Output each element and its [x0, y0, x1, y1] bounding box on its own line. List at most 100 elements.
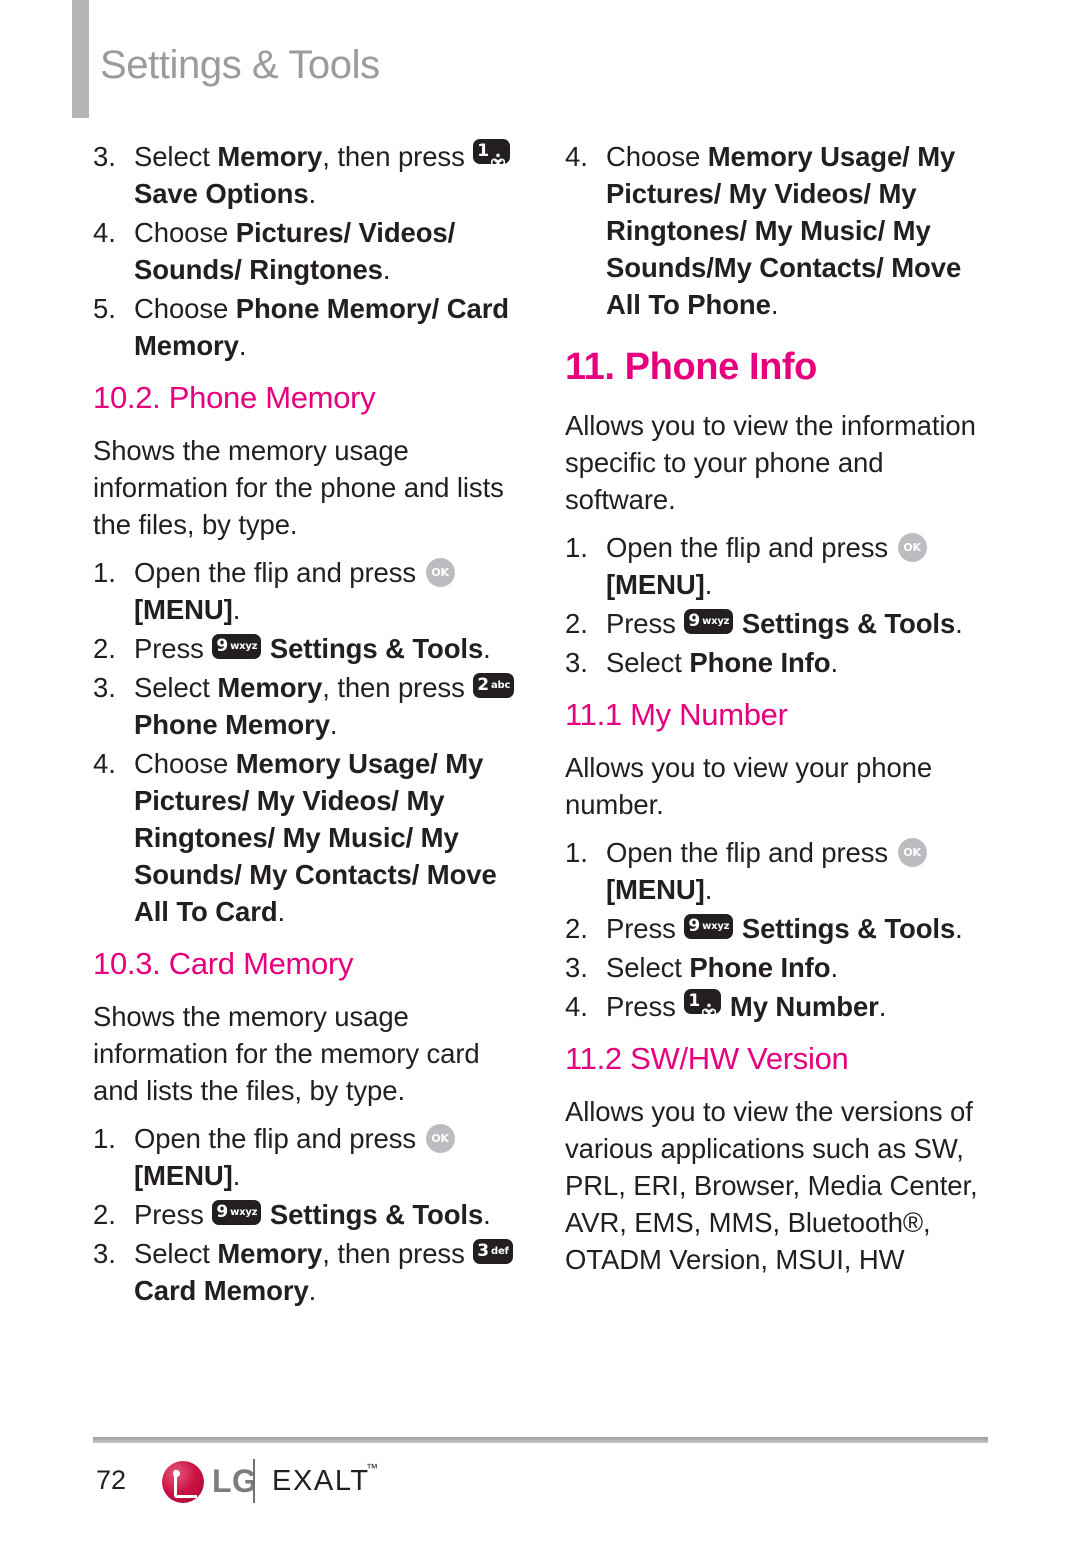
step-number: 4.: [93, 217, 116, 248]
step-number: 4.: [565, 141, 588, 172]
card-memory-description: Shows the memory usage information for t…: [93, 1001, 480, 1106]
heading-phone-info: 11. Phone Info: [565, 346, 817, 388]
step-text: .: [329, 709, 338, 740]
phone-info-description: Allows you to view the information speci…: [565, 410, 976, 515]
step-emphasis: Memory: [217, 672, 323, 703]
keypad-letters-label: wxyz: [702, 616, 730, 627]
keypad-digit-label: 9: [688, 916, 701, 936]
step-text: Choose: [134, 293, 236, 324]
step-text: Open the flip and press: [134, 1123, 424, 1154]
step-item: 1. Open the flip and press OK [MENU].: [565, 834, 995, 908]
footer-vertical-divider: [253, 1459, 255, 1503]
step-number: 3.: [93, 141, 116, 172]
step-number: 5.: [93, 293, 116, 324]
step-emphasis: Settings & Tools: [741, 913, 956, 944]
step-number: 3.: [93, 1238, 116, 1269]
card-memory-step-list: 1. Open the flip and press OK [MENU]. 2. Pr…: [93, 1120, 523, 1309]
ok-key-icon: OK: [897, 533, 927, 562]
step-emphasis: Save Options: [134, 178, 309, 209]
keypad-digit-label: 1: [688, 991, 701, 1011]
ok-key-label: OK: [903, 846, 921, 859]
ok-key-label: OK: [431, 566, 449, 579]
step-text: Press: [134, 1199, 212, 1230]
phone-memory-description: Shows the memory usage information for t…: [93, 435, 504, 540]
my-number-description: Allows you to view your phone number.: [565, 752, 933, 820]
step-text: Press: [606, 608, 684, 639]
keypad-one-key-icon: 1: [473, 139, 511, 167]
ok-key-icon: OK: [425, 1124, 455, 1153]
lg-logo-eye: [173, 1470, 180, 1477]
step-text: .: [308, 1275, 317, 1306]
lg-brand-wordmark: LG: [212, 1463, 258, 1499]
header-accent-bar: [72, 0, 89, 118]
step-text: .: [955, 913, 963, 944]
step-item: 3. Select Phone Info.: [565, 644, 995, 681]
step-text: Select: [606, 952, 690, 983]
step-number: 2.: [565, 608, 588, 639]
step-text: .: [830, 647, 838, 678]
step-item: 4. Press 1 My Number.: [565, 988, 995, 1025]
step-text: , then press: [322, 672, 473, 703]
lg-logo-icon: [162, 1461, 204, 1503]
right-column: 4. Choose Memory Usage/ My Pictures/ My V…: [565, 138, 995, 1289]
step-text: Press: [606, 991, 684, 1022]
step-number: 1.: [93, 1123, 116, 1154]
step-emphasis: Phone Info: [689, 647, 831, 678]
step-emphasis: [MENU]: [606, 874, 705, 905]
keypad-digit-label: 2: [477, 675, 489, 695]
step-text: Select: [606, 647, 690, 678]
step-item: 2. Press 9 wxyz Settings & Tools.: [565, 605, 995, 642]
step-text: .: [955, 608, 963, 639]
step-text: .: [704, 874, 713, 905]
page-number: 72: [96, 1465, 127, 1495]
step-number: 2.: [93, 1199, 116, 1230]
step-item: 1. Open the flip and press OK [MENU].: [93, 554, 523, 628]
page-header: Settings & Tools: [0, 0, 1080, 120]
step-emphasis: Memory: [217, 141, 323, 172]
step-emphasis: Card Memory: [134, 1275, 309, 1306]
step-item: 1. Open the flip and press OK [MENU].: [565, 529, 995, 603]
footer-divider-rule: [93, 1437, 988, 1443]
step-number: 1.: [565, 532, 588, 563]
step-text: .: [483, 1199, 491, 1230]
step-item: 3. Select Memory, then press 3 def Card Me…: [93, 1235, 523, 1309]
keypad-letters-label: wxyz: [230, 641, 258, 652]
keypad-nine-key-icon: 9 wxyz: [212, 1200, 262, 1225]
page-title: Settings & Tools: [100, 43, 380, 87]
step-emphasis: Phone Info: [689, 952, 831, 983]
step-text: Open the flip and press: [606, 837, 896, 868]
step-number: 3.: [565, 647, 588, 678]
step-text: Select: [134, 1238, 218, 1269]
step-text: Choose: [134, 748, 236, 779]
keypad-digit-label: 9: [216, 636, 229, 656]
step-item: 4. Choose Pictures/ Videos/ Sounds/ Ringt…: [93, 214, 523, 288]
ok-key-label: OK: [903, 541, 921, 554]
step-number: 1.: [93, 557, 116, 588]
keypad-digit-label: 9: [216, 1202, 229, 1222]
step-emphasis: Phone Memory: [134, 709, 330, 740]
step-number: 1.: [565, 837, 588, 868]
step-item: 4. Choose Memory Usage/ My Pictures/ My V…: [93, 745, 523, 930]
step-text: , then press: [322, 141, 473, 172]
step-emphasis: [MENU]: [134, 594, 233, 625]
phone-info-step-list: 1. Open the flip and press OK [MENU]. 2. Pr…: [565, 529, 995, 681]
phone-memory-step-list: 1. Open the flip and press OK [MENU]. 2. Pr…: [93, 554, 523, 930]
step-item: 2. Press 9 wxyz Settings & Tools.: [565, 910, 995, 947]
step-item: 3. Select Memory, then press 1 Save Optio…: [93, 138, 523, 212]
keypad-one-key-icon: 1: [684, 989, 722, 1017]
step-text: Press: [134, 633, 212, 664]
heading-card-memory: 10.3. Card Memory: [93, 946, 354, 981]
step-text: .: [277, 896, 286, 927]
continued-step-list: 4. Choose Memory Usage/ My Pictures/ My V…: [565, 138, 995, 323]
keypad-digit-label: 3: [477, 1241, 489, 1261]
step-emphasis: Settings & Tools: [741, 608, 956, 639]
keypad-nine-key-icon: 9 wxyz: [212, 634, 262, 659]
step-item: 5. Choose Phone Memory/ Card Memory.: [93, 290, 523, 364]
step-number: 3.: [93, 672, 116, 703]
step-number: 2.: [93, 633, 116, 664]
heading-my-number: 11.1 My Number: [565, 697, 788, 732]
step-number: 3.: [565, 952, 588, 983]
step-item: 2. Press 9 wxyz Settings & Tools.: [93, 630, 523, 667]
step-emphasis: My Number: [729, 991, 879, 1022]
step-number: 4.: [93, 748, 116, 779]
